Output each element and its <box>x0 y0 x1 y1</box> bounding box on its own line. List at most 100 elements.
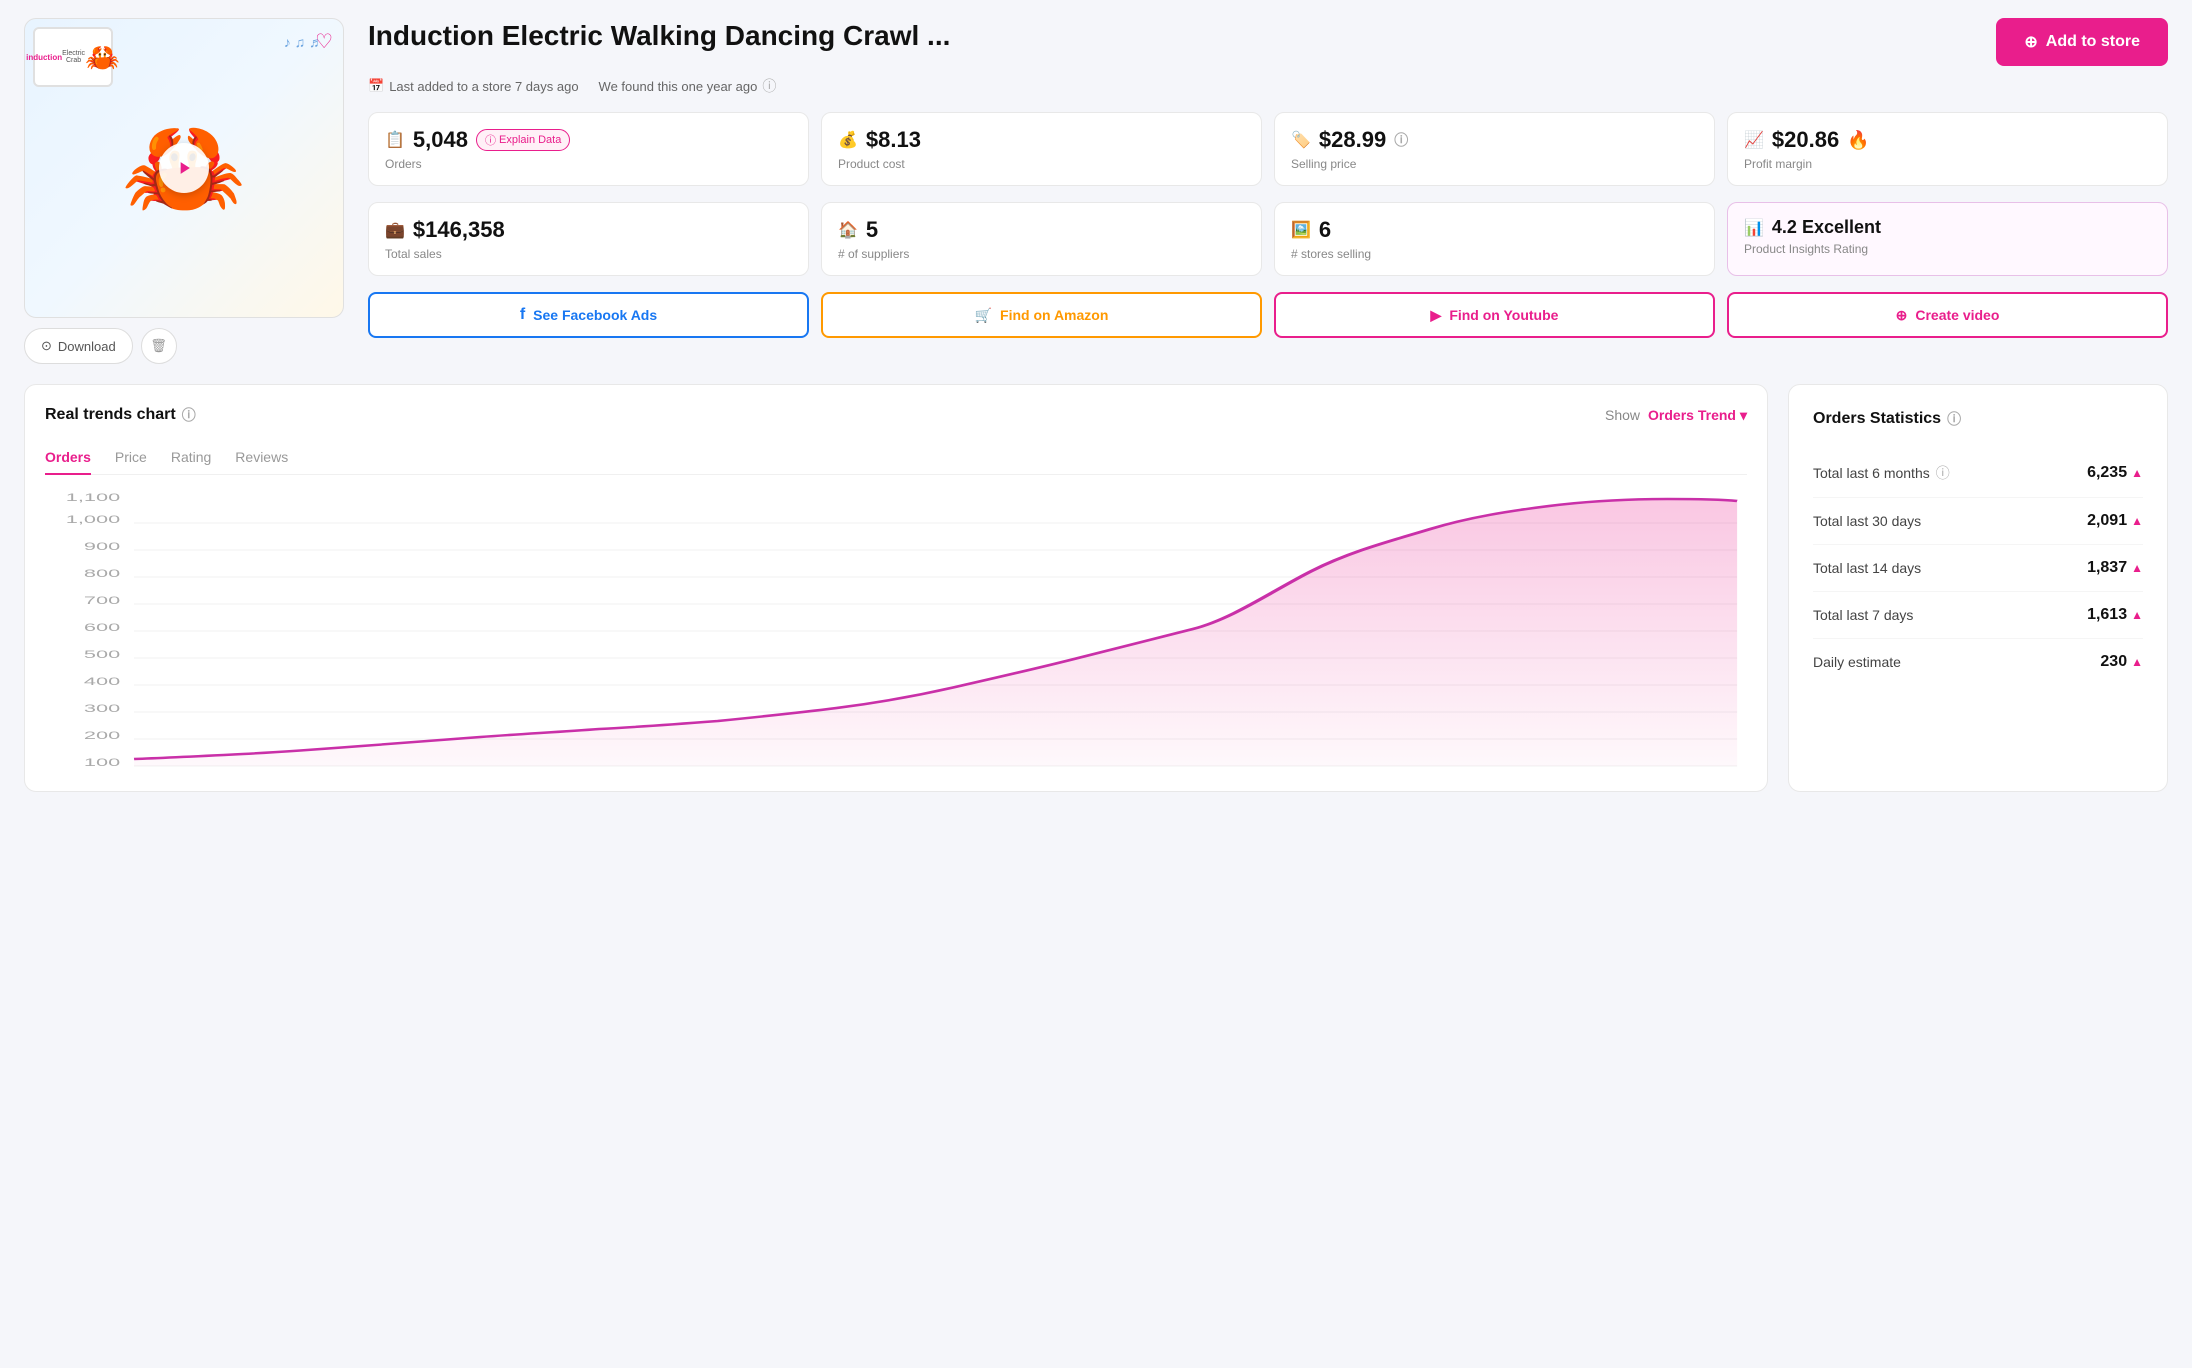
orders-trend-button[interactable]: Orders Trend ▾ <box>1648 407 1747 424</box>
trend-up-icon-7days: ▲ <box>2131 608 2143 622</box>
profit-label: Profit margin <box>1744 157 2151 171</box>
svg-text:500: 500 <box>84 648 120 661</box>
sales-icon: 💼 <box>385 220 405 240</box>
svg-text:700: 700 <box>84 594 120 607</box>
trend-up-icon-6months: ▲ <box>2131 466 2143 480</box>
stores-value: 6 <box>1319 217 1331 243</box>
chart-title: Real trends chart ⓘ <box>45 405 196 425</box>
download-button[interactable]: ⊙ Download <box>24 328 133 364</box>
svg-text:200: 200 <box>84 729 120 742</box>
bottom-section: Real trends chart ⓘ Show Orders Trend ▾ … <box>24 384 2168 792</box>
download-label: Download <box>58 339 116 354</box>
orders-label: Orders <box>385 157 792 171</box>
amazon-icon: 🛒 <box>975 307 992 324</box>
play-button[interactable] <box>159 143 209 193</box>
info-icon-chart[interactable]: ⓘ <box>182 405 196 425</box>
svg-text:1,000: 1,000 <box>66 513 120 526</box>
create-video-button[interactable]: ⊕ Create video <box>1727 292 2168 338</box>
orders-stats-title: Orders Statistics ⓘ <box>1813 409 2143 429</box>
tab-price[interactable]: Price <box>115 441 147 475</box>
orders-icon: 📋 <box>385 130 405 150</box>
svg-text:300: 300 <box>84 702 120 715</box>
info-icon-meta[interactable]: ⓘ <box>762 76 776 96</box>
stat-rating: 📊 4.2 Excellent Product Insights Rating <box>1727 202 2168 276</box>
fire-icon: 🔥 <box>1847 130 1869 151</box>
youtube-icon: ▶ <box>1431 307 1442 324</box>
chart-show-control: Show Orders Trend ▾ <box>1605 407 1747 424</box>
product-image-box: induction Electric Crab 🦀 ♪ ♫ ♬ ♡ 🦀 <box>24 18 344 318</box>
stat-selling-price: 🏷️ $28.99 ⓘ Selling price <box>1274 112 1715 186</box>
show-label: Show <box>1605 407 1640 423</box>
product-title: Induction Electric Walking Dancing Crawl… <box>368 18 950 54</box>
delete-button[interactable]: 🗑 <box>141 328 177 364</box>
price-label: Selling price <box>1291 157 1698 171</box>
tab-reviews[interactable]: Reviews <box>235 441 288 475</box>
explain-data-button[interactable]: ⓘ Explain Data <box>476 129 570 151</box>
orders-value: 5,048 <box>413 127 468 153</box>
price-value: $28.99 <box>1319 127 1386 153</box>
trend-up-icon-30days: ▲ <box>2131 514 2143 528</box>
stat-row-6months: Total last 6 months ⓘ 6,235 ▲ <box>1813 449 2143 498</box>
trend-up-icon-14days: ▲ <box>2131 561 2143 575</box>
add-to-store-button[interactable]: ⊕ Add to store <box>1996 18 2168 66</box>
chevron-down-icon: ▾ <box>1740 407 1747 424</box>
info-icon-6months[interactable]: ⓘ <box>1936 463 1950 483</box>
info-icon-explain: ⓘ <box>485 132 496 148</box>
heart-icon[interactable]: ♡ <box>315 29 333 54</box>
stores-label: # stores selling <box>1291 247 1698 261</box>
meta-found: We found this one year ago ⓘ <box>599 76 777 96</box>
sales-value: $146,358 <box>413 217 505 243</box>
meta-added: 📅 Last added to a store 7 days ago <box>368 78 579 94</box>
find-youtube-button[interactable]: ▶ Find on Youtube <box>1274 292 1715 338</box>
svg-text:1,100: 1,100 <box>66 491 120 504</box>
chart-container: 100 200 300 400 500 600 700 800 900 1,00… <box>45 491 1747 771</box>
youtube-label: Find on Youtube <box>1449 307 1558 323</box>
amazon-label: Find on Amazon <box>1000 307 1108 323</box>
explain-label: Explain Data <box>499 134 561 146</box>
facebook-icon: f <box>520 306 525 324</box>
trend-label: Orders Trend <box>1648 407 1736 423</box>
profit-icon: 📈 <box>1744 130 1764 150</box>
product-image-area: induction Electric Crab 🦀 ♪ ♫ ♬ ♡ 🦀 ⊙ Do… <box>24 18 344 364</box>
video-label: Create video <box>1915 307 1999 323</box>
svg-text:800: 800 <box>84 567 120 580</box>
chart-area: Real trends chart ⓘ Show Orders Trend ▾ … <box>24 384 1768 792</box>
stat-row-14days: Total last 14 days 1,837 ▲ <box>1813 545 2143 592</box>
tab-orders[interactable]: Orders <box>45 441 91 475</box>
suppliers-value: 5 <box>866 217 878 243</box>
sales-label: Total sales <box>385 247 792 261</box>
product-info: Induction Electric Walking Dancing Crawl… <box>368 18 2168 338</box>
info-icon-price[interactable]: ⓘ <box>1394 130 1408 150</box>
facebook-ads-button[interactable]: f See Facebook Ads <box>368 292 809 338</box>
video-icon: ⊕ <box>1896 307 1908 324</box>
cost-value: $8.13 <box>866 127 921 153</box>
rating-value: 4.2 Excellent <box>1772 217 1881 238</box>
cost-label: Product cost <box>838 157 1245 171</box>
suppliers-label: # of suppliers <box>838 247 1245 261</box>
info-icon-stats[interactable]: ⓘ <box>1947 409 1961 429</box>
product-meta: 📅 Last added to a store 7 days ago We fo… <box>368 76 2168 96</box>
download-icon: ⊙ <box>41 338 52 354</box>
trend-up-icon-daily: ▲ <box>2131 655 2143 669</box>
svg-text:100: 100 <box>84 756 120 769</box>
product-thumbnail: induction Electric Crab 🦀 <box>33 27 113 87</box>
chart-tabs: Orders Price Rating Reviews <box>45 441 1747 475</box>
rating-label: Product Insights Rating <box>1744 242 2151 256</box>
price-icon: 🏷️ <box>1291 130 1311 150</box>
plus-icon: ⊕ <box>2024 32 2037 52</box>
stats-grid-row1: 📋 5,048 ⓘ Explain Data Orders 💰 $8.13 <box>368 112 2168 186</box>
stat-stores-selling: 🖼️ 6 # stores selling <box>1274 202 1715 276</box>
stores-icon: 🖼️ <box>1291 220 1311 240</box>
stat-profit-margin: 📈 $20.86 🔥 Profit margin <box>1727 112 2168 186</box>
add-to-store-label: Add to store <box>2046 33 2140 51</box>
action-buttons: f See Facebook Ads 🛒 Find on Amazon ▶ Fi… <box>368 292 2168 338</box>
stat-total-sales: 💼 $146,358 Total sales <box>368 202 809 276</box>
stat-product-cost: 💰 $8.13 Product cost <box>821 112 1262 186</box>
stat-row-30days: Total last 30 days 2,091 ▲ <box>1813 498 2143 545</box>
orders-chart: 100 200 300 400 500 600 700 800 900 1,00… <box>45 491 1747 771</box>
profit-value: $20.86 <box>1772 127 1839 153</box>
find-amazon-button[interactable]: 🛒 Find on Amazon <box>821 292 1262 338</box>
facebook-label: See Facebook Ads <box>533 307 657 323</box>
tab-rating[interactable]: Rating <box>171 441 211 475</box>
stat-row-7days: Total last 7 days 1,613 ▲ <box>1813 592 2143 639</box>
